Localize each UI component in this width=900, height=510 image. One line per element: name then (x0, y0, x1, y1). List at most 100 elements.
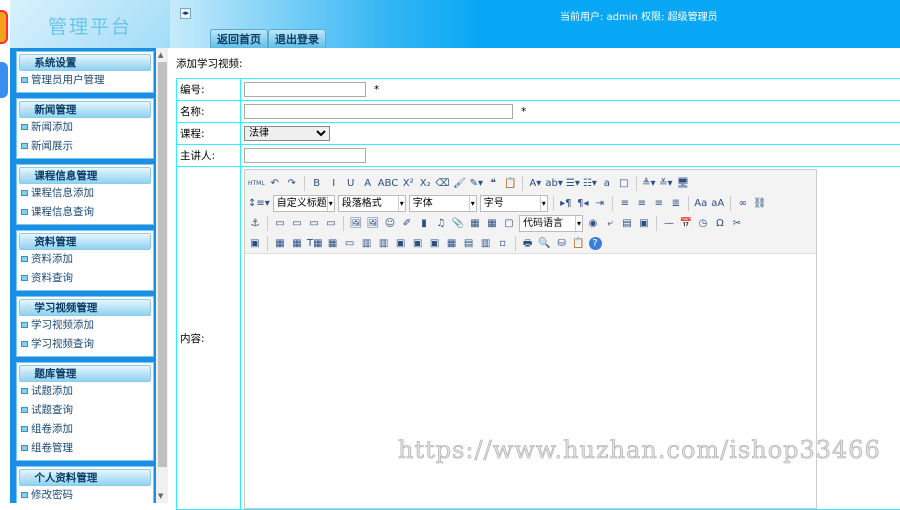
font-dropdown[interactable]: 字体 (408, 194, 477, 212)
sidebar-item[interactable]: 课程信息添加 (19, 184, 151, 203)
insertimage-icon[interactable]: 🖼 (366, 216, 380, 231)
spechars-icon[interactable]: Ω (713, 216, 727, 231)
sidebar-item[interactable]: 新闻添加 (19, 118, 151, 137)
menu-group-header[interactable]: ☆ 系统设置 (19, 54, 151, 71)
deletetable-icon[interactable]: ▦ (290, 236, 304, 251)
wordimage-icon[interactable]: ▣ (637, 216, 651, 231)
menu-group-header[interactable]: ☆ 资料管理 (19, 233, 151, 250)
time-icon[interactable]: ◷ (696, 216, 710, 231)
anchor-icon[interactable]: ⚓ (248, 216, 262, 231)
sidebar-item[interactable]: 资料查询 (19, 269, 151, 288)
editor-body[interactable] (245, 254, 816, 504)
bold-icon[interactable]: B (310, 176, 324, 191)
deleterow-icon[interactable]: ▭ (343, 236, 357, 251)
background-icon[interactable]: ▤ (620, 216, 634, 231)
imagecenter-icon[interactable]: ▭ (324, 216, 338, 231)
mergedown-icon[interactable]: ▣ (428, 236, 442, 251)
music-icon[interactable]: ♫ (434, 216, 448, 231)
sidebar-item[interactable]: 修改密码 (19, 486, 151, 503)
sidebar-item[interactable]: 组卷添加 (19, 420, 151, 439)
tab-logout[interactable]: 退出登录 (268, 29, 326, 48)
sidebar-item[interactable]: 管理员用户管理 (19, 71, 151, 90)
imagenone-icon[interactable]: ▭ (273, 216, 287, 231)
justifycenter-icon[interactable]: ≡ (635, 196, 649, 211)
underline-icon[interactable]: U (344, 176, 358, 191)
strike-icon[interactable]: ABC (378, 176, 399, 191)
justifyleft-icon[interactable]: ≡ (618, 196, 632, 211)
sidebar-item[interactable]: 新闻展示 (19, 137, 151, 156)
sidebar-item[interactable]: 学习视频添加 (19, 316, 151, 335)
drafts-icon[interactable]: ⛁ (555, 236, 569, 251)
menu-group-header[interactable]: ☆ 新闻管理 (19, 101, 151, 118)
menu-group-header[interactable]: ☆ 个人资料管理 (19, 469, 151, 486)
heading-dropdown[interactable]: 自定义标题 (272, 194, 335, 212)
searchreplace-icon[interactable]: 🔍 (538, 236, 552, 251)
sidebar-item[interactable]: 组卷管理 (19, 439, 151, 458)
orderedlist-icon[interactable]: ☰▾ (566, 176, 580, 191)
ltr-icon[interactable]: ▸¶ (559, 196, 573, 211)
cleardoc-icon[interactable]: □ (617, 176, 631, 191)
superscript-icon[interactable]: X² (401, 176, 415, 191)
rowspacingbottom-icon[interactable]: ≚▾ (659, 176, 673, 191)
size-dropdown[interactable]: 字号 (479, 194, 548, 212)
mergecells-icon[interactable]: ▣ (394, 236, 408, 251)
unlink-icon[interactable]: ⛓ (753, 196, 767, 211)
scroll-up-icon[interactable]: ▲ (158, 51, 163, 59)
attachment-icon[interactable]: 📎 (451, 216, 465, 231)
inserttable-icon[interactable]: ▦ (273, 236, 287, 251)
lecturer-input[interactable] (244, 148, 366, 163)
justifyright-icon[interactable]: ≡ (652, 196, 666, 211)
eraser-icon[interactable]: ⌫ (435, 176, 449, 191)
autotypeset-icon[interactable]: ✎▾ (469, 176, 483, 191)
simpleupload-icon[interactable]: 🖼 (349, 216, 363, 231)
scroll-down-icon[interactable]: ▼ (158, 492, 163, 500)
pagebreak-icon[interactable]: ⤶ (603, 216, 617, 231)
paragraph-dropdown[interactable]: 段落格式 (337, 194, 406, 212)
edittip-icon[interactable]: ▣ (248, 236, 262, 251)
code-input[interactable] (244, 82, 366, 97)
formatbrush-icon[interactable]: 🖌 (452, 176, 466, 191)
backcolor-icon[interactable]: ab▾ (545, 176, 563, 191)
map-icon[interactable]: ▦ (468, 216, 482, 231)
justifyjustify-icon[interactable]: ≣ (669, 196, 683, 211)
sidebar-item[interactable]: 课程信息查询 (19, 203, 151, 222)
gmap-icon[interactable]: ▦ (485, 216, 499, 231)
fontborder-icon[interactable]: A (361, 176, 375, 191)
menu-group-header[interactable]: ☆ 课程信息管理 (19, 167, 151, 184)
tab-home[interactable]: 返回首页 (210, 29, 268, 48)
splittocols-icon[interactable]: ▥ (479, 236, 493, 251)
snapscreen-icon[interactable]: ✂ (730, 216, 744, 231)
sidebar-item[interactable]: 试题查询 (19, 401, 151, 420)
sidebar-toggle-icon[interactable]: ◂▸ (180, 8, 191, 19)
course-select[interactable]: 法律 (244, 126, 330, 141)
date-icon[interactable]: 📅 (679, 216, 693, 231)
emotion-icon[interactable]: ☺ (383, 216, 397, 231)
link-icon[interactable]: ∞ (736, 196, 750, 211)
menu-group-header[interactable]: ☆ 题库管理 (19, 365, 151, 382)
html-icon[interactable]: HTML (248, 176, 265, 191)
undo-icon[interactable]: ↶ (268, 176, 282, 191)
help-icon[interactable]: ? (588, 236, 602, 250)
paste-icon[interactable]: 📋 (572, 236, 586, 251)
forecolor-icon[interactable]: A▾ (528, 176, 542, 191)
sidebar-item[interactable]: 试题添加 (19, 382, 151, 401)
sidebar-scrollbar[interactable]: ▲ ▼ (156, 48, 168, 503)
splittocells-icon[interactable]: ▦ (445, 236, 459, 251)
blockquote-icon[interactable]: ❝ (486, 176, 500, 191)
italic-icon[interactable]: I (327, 176, 341, 191)
pasteplain-icon[interactable]: 📋 (503, 176, 517, 191)
unorderedlist-icon[interactable]: ☷▾ (583, 176, 597, 191)
rowspacingtop-icon[interactable]: ≜▾ (642, 176, 656, 191)
splittorows-icon[interactable]: ▤ (462, 236, 476, 251)
rtl-icon[interactable]: ¶◂ (576, 196, 590, 211)
mergeright-icon[interactable]: ▣ (411, 236, 425, 251)
print-icon[interactable]: 🖶 (521, 236, 535, 251)
horizontal-icon[interactable]: — (662, 216, 676, 231)
code-dropdown[interactable]: 代码语言 (519, 214, 583, 232)
charts-icon[interactable]: ▫ (496, 236, 510, 251)
template-icon[interactable]: ◉ (586, 216, 600, 231)
indent-icon[interactable]: ⇥ (593, 196, 607, 211)
redo-icon[interactable]: ↷ (285, 176, 299, 191)
selectall-icon[interactable]: a (600, 176, 614, 191)
imageleft-icon[interactable]: ▭ (290, 216, 304, 231)
